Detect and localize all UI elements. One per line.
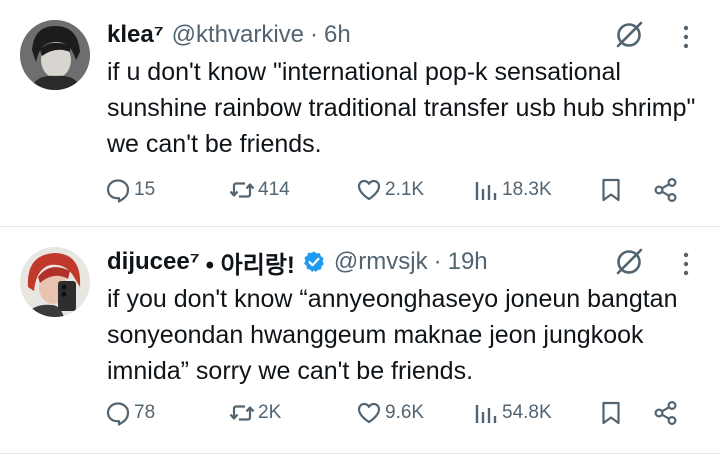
views-button[interactable]: 54.8K [473,400,552,426]
reply-count: 15 [134,179,156,200]
more-icon[interactable] [682,251,690,277]
tweet-header: klea⁷ @kthvarkive · 6h [107,18,620,52]
repost-icon [229,405,255,421]
like-count: 9.6K [385,402,425,423]
tweet[interactable]: klea⁷ @kthvarkive · 6h if u don't know "… [0,0,720,227]
avatar[interactable] [20,20,90,90]
bookmark-icon [602,401,620,425]
reply-icon [106,179,130,203]
share-button[interactable] [653,177,679,203]
user-handle[interactable]: @rmvsjk [334,248,428,276]
tweet-header: dijucee⁷ • 아리랑! @rmvsjk · 19h [107,245,620,279]
reply-count: 78 [134,402,156,423]
views-count: 54.8K [502,402,552,423]
share-icon [654,400,677,426]
tweet-text: if u don't know "international pop-k sen… [107,58,696,158]
grok-icon[interactable] [614,247,644,277]
views-icon [475,182,497,200]
tweet[interactable]: dijucee⁷ • 아리랑! @rmvsjk · 19h if you don… [0,227,720,454]
reply-icon [106,402,130,426]
bookmark-button[interactable] [598,177,624,203]
user-handle[interactable]: @kthvarkive [172,21,304,49]
like-icon [357,402,381,424]
repost-count: 2K [258,402,282,423]
like-count: 2.1K [385,179,425,200]
views-icon [475,405,497,423]
like-button[interactable]: 2.1K [356,177,424,203]
like-icon [357,179,381,201]
views-count: 18.3K [502,179,552,200]
separator-dot: · [310,21,319,48]
display-name-suffix[interactable]: • 아리랑! [206,245,295,280]
tweet-actions: 78 2K 9.6K 54.8K [105,398,700,428]
timestamp[interactable]: 19h [448,248,488,276]
display-name[interactable]: klea⁷ [107,21,164,49]
bookmark-button[interactable] [598,400,624,426]
reply-button[interactable]: 15 [105,177,155,203]
separator-dot: · [433,248,442,275]
repost-button[interactable]: 414 [229,177,290,203]
avatar[interactable] [20,247,90,317]
views-button[interactable]: 18.3K [473,177,552,203]
grok-icon[interactable] [614,20,644,50]
repost-button[interactable]: 2K [229,400,281,426]
timestamp[interactable]: 6h [324,21,351,49]
display-name[interactable]: dijucee⁷ [107,248,200,276]
repost-count: 414 [258,179,290,200]
share-button[interactable] [653,400,679,426]
repost-icon [229,182,255,198]
reply-button[interactable]: 78 [105,400,155,426]
verified-badge-icon [304,251,324,272]
share-icon [654,177,677,203]
more-icon[interactable] [682,24,690,50]
tweet-actions: 15 414 2.1K 18.3K [105,175,700,205]
bookmark-icon [602,178,620,202]
tweet-text: if you don't know “annyeonghaseyo joneun… [107,285,678,385]
like-button[interactable]: 9.6K [356,400,424,426]
